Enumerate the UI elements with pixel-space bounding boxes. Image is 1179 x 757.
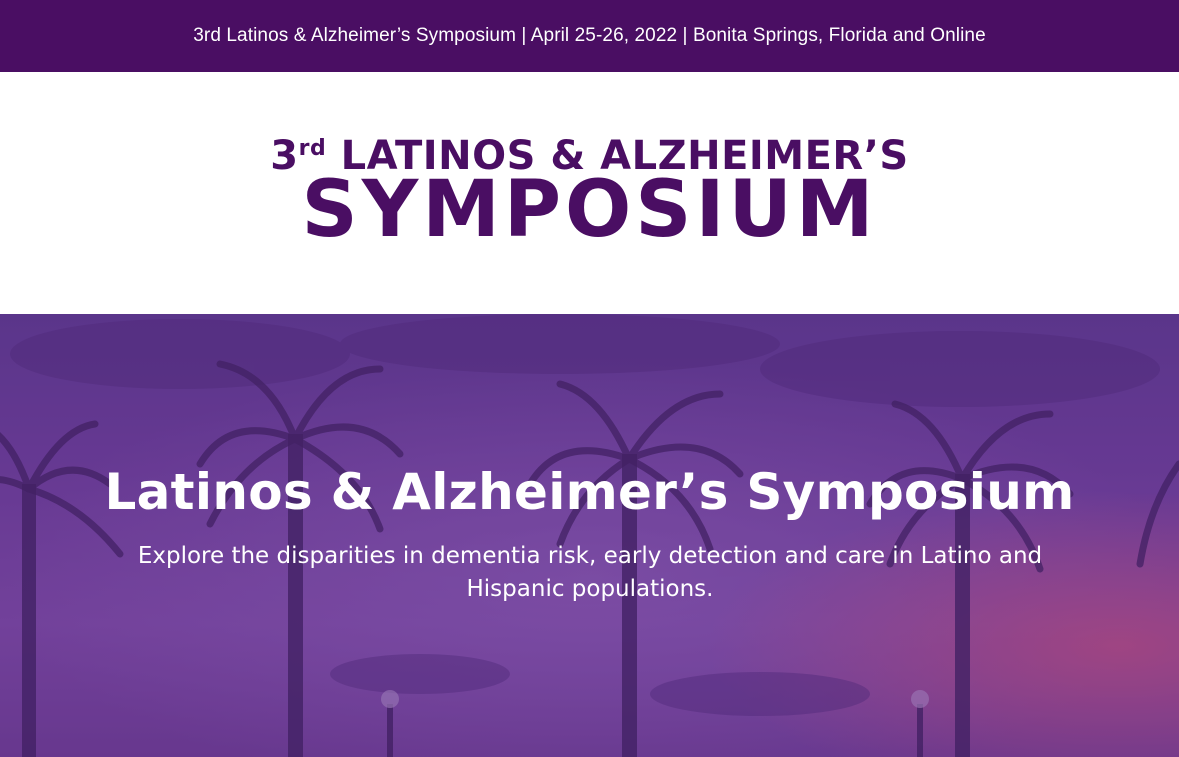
banner-text: 3rd Latinos & Alzheimer’s Symposium | Ap… <box>193 25 986 46</box>
logo-ordinal-suffix: rd <box>298 136 327 161</box>
top-announcement-banner: 3rd Latinos & Alzheimer’s Symposium | Ap… <box>0 0 1179 72</box>
symposium-logo[interactable]: 3rd LATINOS & ALZHEIMER’S SYMPOSIUM <box>0 133 1179 255</box>
hero-subtitle: Explore the disparities in dementia risk… <box>137 543 1043 602</box>
header-logo-area: 3rd LATINOS & ALZHEIMER’S SYMPOSIUM <box>0 72 1179 314</box>
logo-line-2: SYMPOSIUM <box>301 165 878 255</box>
hero-section: Latinos & Alzheimer’s Symposium Explore … <box>0 314 1179 757</box>
hero-title: Latinos & Alzheimer’s Symposium <box>104 463 1075 521</box>
hero-overlay <box>0 314 1179 757</box>
logo-ordinal-number: 3 <box>270 133 299 179</box>
